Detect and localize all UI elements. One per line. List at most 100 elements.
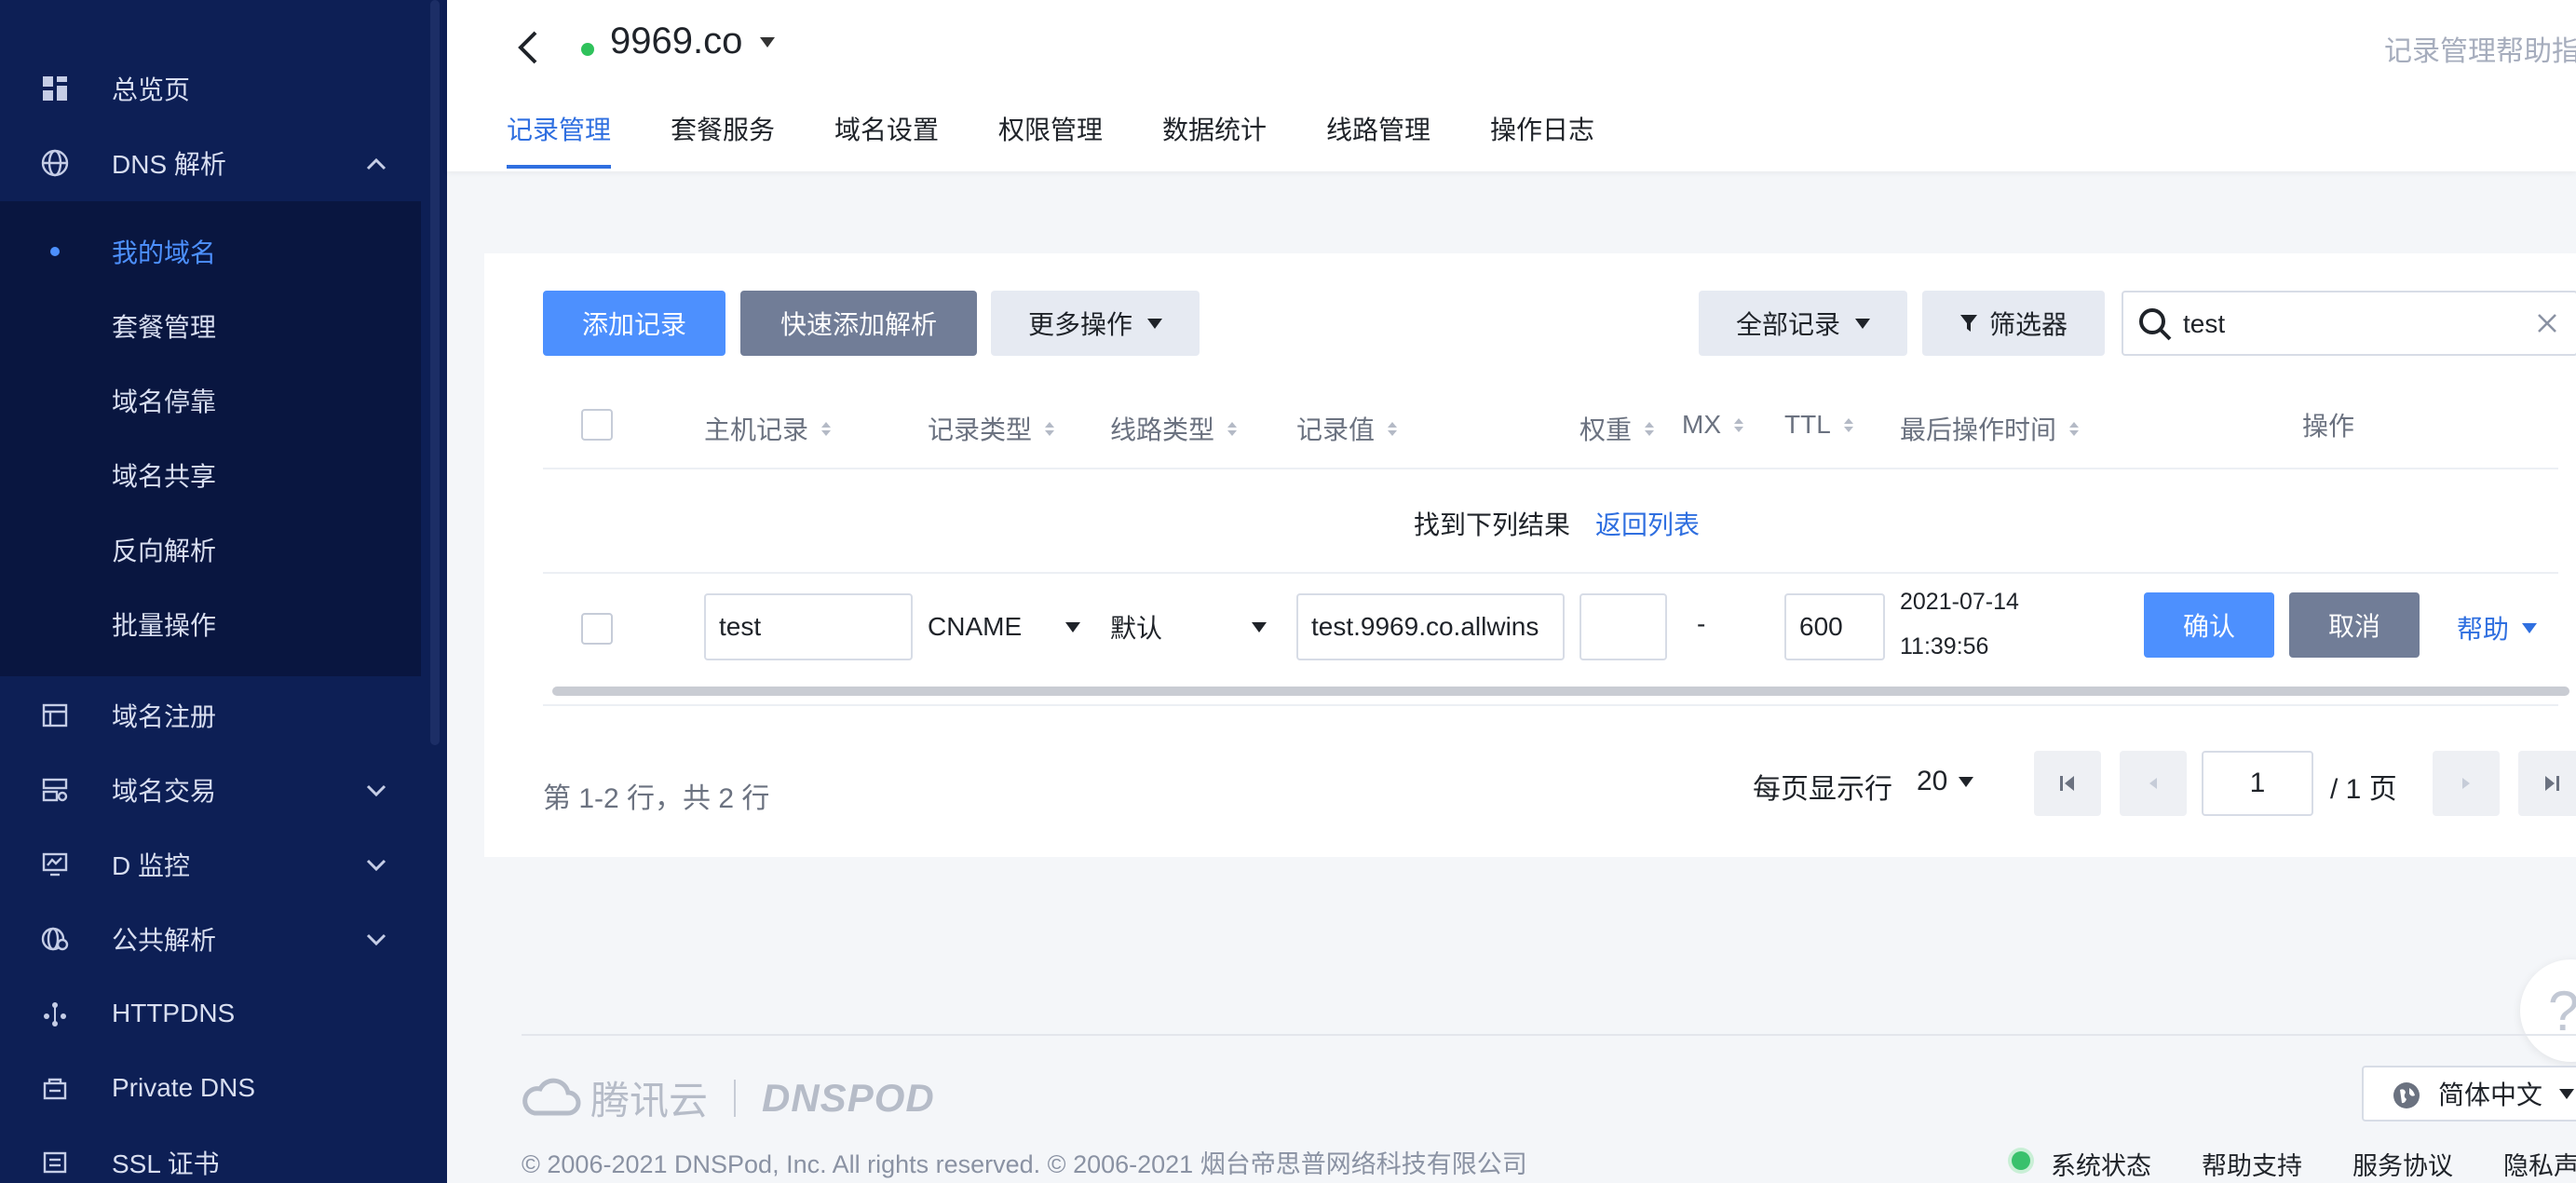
help-link[interactable]: 记录管理帮助指: [2384, 28, 2576, 69]
last-page-button[interactable]: [2518, 751, 2576, 816]
chevron-down-icon[interactable]: [365, 850, 387, 879]
sidebar-subitem-my-domains[interactable]: 我的域名: [0, 214, 421, 289]
weight-input[interactable]: [1579, 593, 1667, 660]
host-record-input[interactable]: [704, 593, 913, 660]
sort-icon[interactable]: [1645, 421, 1655, 436]
table-horizontal-scrollbar[interactable]: [552, 687, 2569, 696]
per-page-select[interactable]: 20: [1917, 766, 1974, 797]
chevron-down-icon[interactable]: [365, 924, 387, 954]
back-to-list-link[interactable]: 返回列表: [1595, 505, 1700, 542]
tab-line-management[interactable]: 线路管理: [1326, 110, 1430, 147]
sidebar-subitem-reverse[interactable]: 反向解析: [0, 512, 421, 587]
sort-icon[interactable]: [1227, 421, 1238, 436]
footer-divider: [522, 1034, 2576, 1036]
sidebar-item-public-dns[interactable]: 公共解析: [0, 902, 421, 976]
record-type-select[interactable]: CNAME: [928, 593, 1080, 660]
prev-page-icon: [2149, 778, 2157, 789]
record-value-input[interactable]: [1296, 593, 1565, 660]
sort-icon[interactable]: [1843, 417, 1853, 432]
row-help-dropdown[interactable]: 帮助: [2457, 609, 2538, 646]
column-header-label: TTL: [1784, 410, 1831, 439]
column-header-mx[interactable]: MX: [1682, 410, 1743, 440]
row-help-label: 帮助: [2457, 615, 2510, 644]
dashboard-icon: [39, 73, 71, 104]
sidebar-item-label: 公共解析: [112, 926, 217, 955]
clear-icon[interactable]: [2535, 311, 2559, 335]
column-header-host[interactable]: 主机记录: [704, 410, 832, 447]
sidebar-item-dns[interactable]: DNS 解析: [0, 126, 421, 200]
tab-statistics[interactable]: 数据统计: [1162, 110, 1267, 147]
sidebar-item-ssl[interactable]: SSL 证书: [0, 1125, 421, 1183]
tab-plan-service[interactable]: 套餐服务: [671, 110, 775, 147]
first-page-button[interactable]: [2034, 751, 2101, 816]
caret-down-icon[interactable]: [760, 37, 775, 48]
footer-link-help[interactable]: 帮助支持: [2202, 1146, 2302, 1182]
more-ops-button[interactable]: 更多操作: [991, 291, 1200, 356]
column-header-weight[interactable]: 权重: [1579, 410, 1655, 447]
sidebar-item-trade[interactable]: 域名交易: [0, 753, 421, 827]
tab-domain-settings[interactable]: 域名设置: [834, 110, 939, 147]
sidebar-item-monitor[interactable]: D 监控: [0, 827, 421, 902]
sidebar-item-label: 总览页: [112, 75, 191, 104]
sort-icon[interactable]: [1388, 421, 1398, 436]
sort-icon[interactable]: [821, 421, 832, 436]
row-checkbox[interactable]: [581, 613, 613, 645]
sidebar-scrollbar[interactable]: [430, 0, 440, 745]
caret-down-icon: [1147, 318, 1162, 329]
sidebar-item-label: 域名交易: [112, 777, 217, 806]
domain-selector[interactable]: 9969.co: [610, 20, 742, 62]
line-type-select[interactable]: 默认: [1110, 593, 1267, 660]
column-header-label: 主机记录: [704, 415, 809, 444]
prev-page-button[interactable]: [2120, 751, 2187, 816]
tab-operation-log[interactable]: 操作日志: [1490, 110, 1594, 147]
quick-add-button[interactable]: 快速添加解析: [740, 291, 977, 356]
last-op-date: 2021-07-14: [1900, 589, 2019, 615]
page-number-input[interactable]: [2202, 751, 2313, 816]
sidebar-subitem-batch[interactable]: 批量操作: [0, 587, 421, 661]
sidebar-item-registration[interactable]: 域名注册: [0, 678, 421, 753]
chevron-up-icon[interactable]: [365, 148, 387, 178]
floating-help-button[interactable]: ?: [2520, 959, 2576, 1062]
all-records-dropdown[interactable]: 全部记录: [1699, 291, 1907, 356]
ttl-input[interactable]: [1784, 593, 1885, 660]
column-header-type[interactable]: 记录类型: [928, 410, 1055, 447]
add-record-button[interactable]: 添加记录: [543, 291, 725, 356]
sidebar-subitem-sharing[interactable]: 域名共享: [0, 438, 421, 512]
sidebar-item-httpdns[interactable]: HTTPDNS: [0, 976, 421, 1051]
last-page-icon: [2545, 776, 2559, 791]
select-all-checkbox[interactable]: [581, 409, 613, 441]
sidebar-item-overview[interactable]: 总览页: [0, 51, 421, 126]
filter-button[interactable]: 筛选器: [1922, 291, 2105, 356]
system-status-indicator: [2012, 1151, 2030, 1170]
chevron-down-icon[interactable]: [365, 775, 387, 805]
language-selector[interactable]: 简体中文: [2362, 1066, 2576, 1122]
column-header-ttl[interactable]: TTL: [1784, 410, 1853, 440]
sidebar-subitem-plans[interactable]: 套餐管理: [0, 289, 421, 363]
tab-records[interactable]: 记录管理: [507, 110, 611, 147]
private-dns-icon: [39, 1072, 71, 1104]
brand-separator: [734, 1079, 737, 1117]
sidebar-subitem-label: 域名停靠: [112, 388, 217, 416]
footer-link-privacy[interactable]: 隐私声: [2503, 1146, 2576, 1182]
caret-down-icon: [1959, 776, 1974, 787]
sort-icon[interactable]: [1734, 417, 1743, 432]
back-button[interactable]: [515, 24, 543, 71]
column-header-line[interactable]: 线路类型: [1110, 410, 1238, 447]
confirm-button[interactable]: 确认: [2144, 592, 2274, 658]
cancel-button[interactable]: 取消: [2289, 592, 2420, 658]
tab-permissions[interactable]: 权限管理: [998, 110, 1103, 147]
column-header-label: 线路类型: [1110, 415, 1215, 444]
caret-down-icon: [1855, 318, 1870, 329]
next-page-button[interactable]: [2433, 751, 2500, 816]
column-header-last-op[interactable]: 最后操作时间: [1900, 410, 2080, 447]
footer-link-system-status[interactable]: 系统状态: [2051, 1146, 2151, 1182]
sidebar-subitem-parking[interactable]: 域名停靠: [0, 363, 421, 438]
sort-icon[interactable]: [1045, 421, 1055, 436]
column-header-value[interactable]: 记录值: [1296, 410, 1398, 447]
footer-link-terms[interactable]: 服务协议: [2352, 1146, 2453, 1182]
sort-icon[interactable]: [2069, 421, 2080, 436]
sidebar-item-label: HTTPDNS: [112, 999, 236, 1027]
column-header-label: 记录值: [1296, 415, 1376, 444]
search-input[interactable]: [2183, 304, 2518, 345]
sidebar-item-private-dns[interactable]: Private DNS: [0, 1051, 421, 1125]
